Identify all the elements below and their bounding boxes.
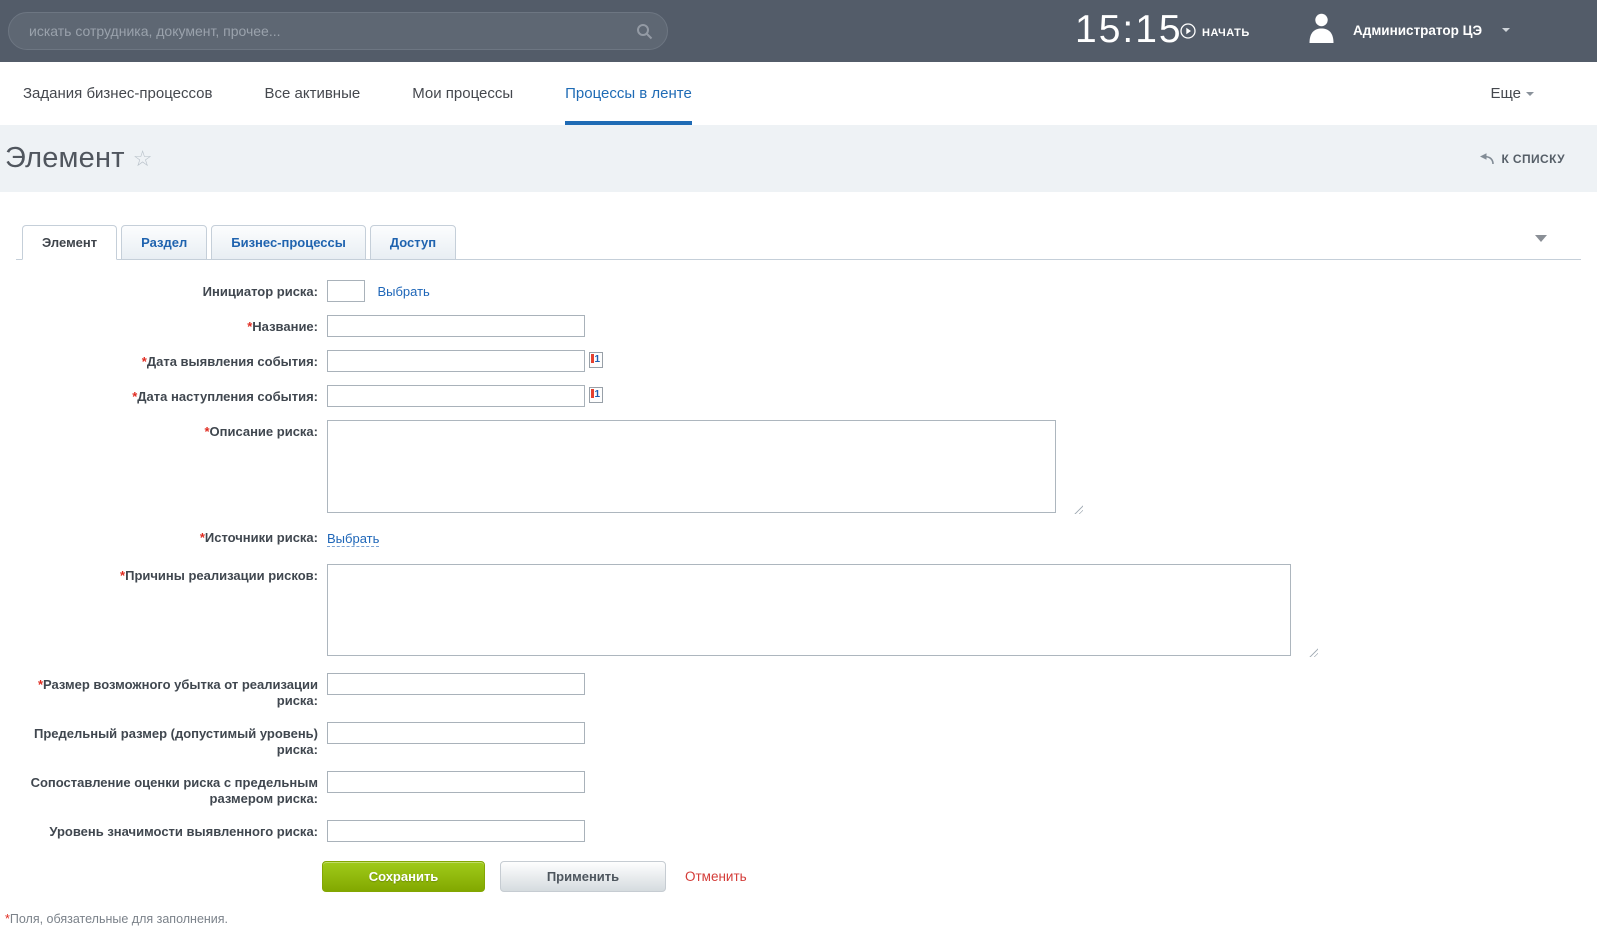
field-label: Инициатор риска: <box>203 284 318 299</box>
back-to-list-label: К СПИСКУ <box>1501 152 1565 166</box>
tab-access[interactable]: Доступ <box>370 225 456 260</box>
cancel-link[interactable]: Отменить <box>685 869 747 884</box>
date-detect-input[interactable] <box>327 350 585 372</box>
resize-grip-icon[interactable] <box>1308 647 1318 657</box>
form-row-date-occur: *Дата наступления события: 1 <box>0 385 1597 407</box>
form-row-limit-size: Предельный размер (допустимый уровень) р… <box>0 722 1597 758</box>
nav-more-label: Еще <box>1490 85 1521 102</box>
field-label: Причины реализации рисков: <box>125 568 318 583</box>
form-row-comparison: Сопоставление оценки риска с предельным … <box>0 771 1597 807</box>
sources-choose-link[interactable]: Выбрать <box>327 531 379 547</box>
limit-size-input[interactable] <box>327 722 585 744</box>
nav-item-all-active[interactable]: Все активные <box>264 62 360 125</box>
return-arrow-icon <box>1479 153 1494 165</box>
loss-size-input[interactable] <box>327 673 585 695</box>
form-row-date-detect: *Дата выявления события: 1 <box>0 350 1597 372</box>
causes-textarea[interactable] <box>327 564 1291 656</box>
significance-input[interactable] <box>327 820 585 842</box>
favorite-star-icon[interactable]: ☆ <box>133 148 153 170</box>
nav-item-tasks[interactable]: Задания бизнес-процессов <box>23 62 212 125</box>
field-label: Описание риска: <box>210 424 319 439</box>
required-fields-note: *Поля, обязательные для заполнения. <box>5 912 1597 926</box>
user-menu[interactable]: Администратор ЦЭ <box>1308 12 1510 48</box>
tab-element[interactable]: Элемент <box>22 225 117 260</box>
page-title: Элемент <box>5 142 125 175</box>
form-settings-dropdown-icon[interactable] <box>1535 235 1547 242</box>
worktime-start-button[interactable]: НАЧАТЬ <box>1180 23 1250 42</box>
tab-section[interactable]: Раздел <box>121 225 207 260</box>
field-label: Уровень значимости выявленного риска: <box>49 824 318 839</box>
field-label: Источники риска: <box>205 530 318 545</box>
back-to-list-link[interactable]: К СПИСКУ <box>1479 152 1565 166</box>
form-tabs: Элемент Раздел Бизнес-процессы Доступ <box>16 225 1581 260</box>
avatar-icon <box>1308 12 1335 48</box>
field-label: Сопоставление оценки риска с предельным … <box>31 775 318 806</box>
play-icon <box>1180 23 1196 42</box>
form-row-name: *Название: <box>0 315 1597 337</box>
comparison-input[interactable] <box>327 771 585 793</box>
field-label: Предельный размер (допустимый уровень) р… <box>34 726 318 757</box>
form-row-initiator: Инициатор риска: Выбрать <box>0 280 1597 302</box>
date-occur-input[interactable] <box>327 385 585 407</box>
field-label: Название: <box>252 319 318 334</box>
initiator-input[interactable] <box>327 280 365 302</box>
form-row-significance: Уровень значимости выявленного риска: <box>0 820 1597 842</box>
chevron-down-icon <box>1502 28 1510 32</box>
save-button[interactable]: Сохранить <box>322 861 485 892</box>
initiator-choose-link[interactable]: Выбрать <box>377 284 429 299</box>
start-label: НАЧАТЬ <box>1202 27 1250 39</box>
form-actions: Сохранить Применить Отменить <box>322 861 1597 892</box>
element-form: Инициатор риска: Выбрать *Название: *Дат… <box>0 260 1597 926</box>
calendar-icon[interactable]: 1 <box>589 352 603 368</box>
calendar-icon[interactable]: 1 <box>589 387 603 403</box>
user-name: Администратор ЦЭ <box>1353 23 1482 38</box>
field-label: Дата выявления события: <box>147 354 318 369</box>
form-row-causes: *Причины реализации рисков: <box>0 564 1597 656</box>
worktime-clock: 15:15 <box>1075 8 1183 52</box>
apply-button[interactable]: Применить <box>500 861 666 892</box>
form-row-sources: *Источники риска: Выбрать <box>0 530 1597 548</box>
global-search[interactable] <box>8 12 668 50</box>
field-label: Размер возможного убытка от реализации р… <box>43 677 318 708</box>
page: 15:15 НАЧАТЬ Администратор ЦЭ Задания б <box>0 0 1597 932</box>
name-input[interactable] <box>327 315 585 337</box>
search-icon[interactable] <box>636 23 653 40</box>
nav-item-my-processes[interactable]: Мои процессы <box>412 62 513 125</box>
form-row-loss-size: *Размер возможного убытка от реализации … <box>0 673 1597 709</box>
resize-grip-icon[interactable] <box>1073 504 1083 514</box>
topbar: 15:15 НАЧАТЬ Администратор ЦЭ <box>0 0 1597 62</box>
chevron-down-icon <box>1526 92 1534 96</box>
description-textarea[interactable] <box>327 420 1056 513</box>
form-row-description: *Описание риска: <box>0 420 1597 513</box>
tab-business-processes[interactable]: Бизнес-процессы <box>211 225 366 260</box>
nav-more-menu[interactable]: Еще <box>1490 85 1534 102</box>
bp-nav: Задания бизнес-процессов Все активные Мо… <box>0 62 1597 125</box>
nav-item-feed-processes[interactable]: Процессы в ленте <box>565 62 692 125</box>
search-input[interactable] <box>29 23 636 39</box>
field-label: Дата наступления события: <box>137 389 318 404</box>
page-header: Элемент ☆ К СПИСКУ <box>0 125 1597 192</box>
